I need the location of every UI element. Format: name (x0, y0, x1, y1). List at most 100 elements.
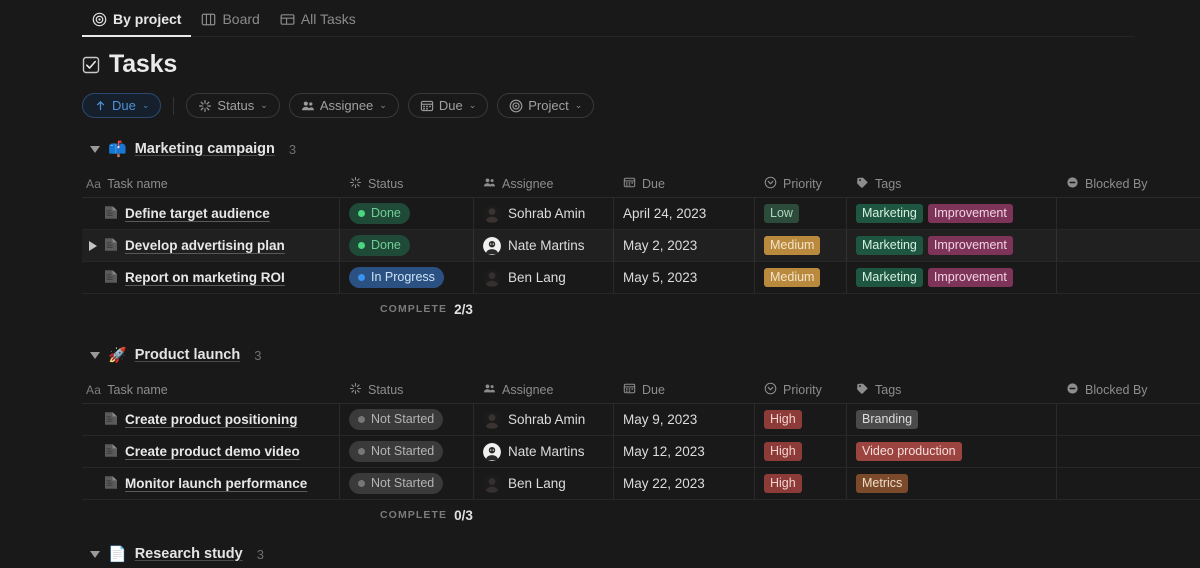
column-header-assignee[interactable]: Assignee (474, 377, 614, 403)
cell-task-name[interactable]: Develop advertising plan (82, 230, 340, 261)
table-row[interactable]: Create product demo video Not Started Nate… (82, 436, 1200, 468)
column-header-priority[interactable]: Priority (755, 171, 847, 197)
column-header-task-name[interactable]: AaTask name (82, 377, 340, 403)
status-badge[interactable]: Not Started (349, 409, 443, 430)
column-header-tags[interactable]: Tags (847, 171, 1057, 197)
status-badge[interactable]: Not Started (349, 473, 443, 494)
cell-tags[interactable]: Video production (847, 436, 1057, 467)
cell-assignee[interactable]: Sohrab Amin (474, 404, 614, 435)
cell-status[interactable]: Not Started (340, 468, 474, 499)
table-row[interactable]: Define target audience Done Sohrab AminApr… (82, 198, 1200, 230)
collapse-caret-icon[interactable] (90, 352, 100, 359)
column-header-tags[interactable]: Tags (847, 377, 1057, 403)
cell-blocked-by[interactable] (1057, 262, 1200, 293)
cell-task-name[interactable]: Report on marketing ROI (82, 262, 340, 293)
tag-chip[interactable]: Marketing (856, 204, 923, 223)
cell-blocked-by[interactable] (1057, 436, 1200, 467)
status-badge[interactable]: In Progress (349, 267, 444, 288)
cell-tags[interactable]: Branding (847, 404, 1057, 435)
tag-chip[interactable]: Branding (856, 410, 918, 429)
task-name-label[interactable]: Create product positioning (125, 412, 298, 427)
tab-board[interactable]: Board (191, 11, 269, 36)
cell-priority[interactable]: Medium (755, 230, 847, 261)
tag-chip[interactable]: Improvement (928, 204, 1013, 223)
cell-status[interactable]: Not Started (340, 404, 474, 435)
column-header-blocked-by[interactable]: Blocked By (1057, 171, 1200, 197)
column-header-task-name[interactable]: AaTask name (82, 171, 340, 197)
table-row[interactable]: Create product positioning Not Started Soh… (82, 404, 1200, 436)
column-header-blocked-by[interactable]: Blocked By (1057, 377, 1200, 403)
cell-priority[interactable]: High (755, 404, 847, 435)
tag-chip[interactable]: Metrics (856, 474, 908, 493)
cell-assignee[interactable]: Nate Martins (474, 230, 614, 261)
status-badge[interactable]: Done (349, 235, 410, 256)
section-title[interactable]: Research study (135, 546, 243, 562)
tag-chip[interactable]: Improvement (928, 268, 1013, 287)
cell-priority[interactable]: High (755, 468, 847, 499)
cell-assignee[interactable]: Ben Lang (474, 468, 614, 499)
cell-task-name[interactable]: Define target audience (82, 198, 340, 229)
cell-due[interactable]: May 2, 2023 (614, 230, 755, 261)
table-row[interactable]: Develop advertising plan Done Nate Martins… (82, 230, 1200, 262)
table-row[interactable]: Report on marketing ROI In Progress Ben La… (82, 262, 1200, 294)
cell-assignee[interactable]: Nate Martins (474, 436, 614, 467)
column-header-due[interactable]: Due (614, 171, 755, 197)
status-badge[interactable]: Done (349, 203, 410, 224)
tab-by-project[interactable]: By project (82, 11, 191, 36)
cell-blocked-by[interactable] (1057, 230, 1200, 261)
status-badge[interactable]: Not Started (349, 441, 443, 462)
sort-pill-due[interactable]: Due⌄ (82, 93, 161, 118)
priority-chip[interactable]: Medium (764, 268, 820, 287)
cell-tags[interactable]: Marketing Improvement (847, 198, 1057, 229)
cell-tags[interactable]: Metrics (847, 468, 1057, 499)
cell-status[interactable]: Done (340, 198, 474, 229)
priority-chip[interactable]: High (764, 442, 802, 461)
priority-chip[interactable]: Medium (764, 236, 820, 255)
column-header-priority[interactable]: Priority (755, 377, 847, 403)
tag-chip[interactable]: Video production (856, 442, 962, 461)
cell-status[interactable]: In Progress (340, 262, 474, 293)
cell-due[interactable]: May 5, 2023 (614, 262, 755, 293)
column-header-status[interactable]: Status (340, 377, 474, 403)
cell-tags[interactable]: MarketingImprovement (847, 230, 1057, 261)
task-name-label[interactable]: Develop advertising plan (125, 238, 285, 253)
task-name-label[interactable]: Report on marketing ROI (125, 270, 285, 285)
task-name-label[interactable]: Create product demo video (125, 444, 300, 459)
cell-assignee[interactable]: Ben Lang (474, 262, 614, 293)
cell-blocked-by[interactable] (1057, 198, 1200, 229)
column-header-due[interactable]: Due (614, 377, 755, 403)
filter-pill-assignee[interactable]: Assignee⌄ (289, 93, 399, 118)
column-header-status[interactable]: Status (340, 171, 474, 197)
filter-pill-status[interactable]: Status⌄ (186, 93, 279, 118)
filter-pill-project[interactable]: Project⌄ (497, 93, 594, 118)
task-name-label[interactable]: Monitor launch performance (125, 476, 307, 491)
cell-blocked-by[interactable] (1057, 468, 1200, 499)
column-header-assignee[interactable]: Assignee (474, 171, 614, 197)
cell-task-name[interactable]: Create product demo video (82, 436, 340, 467)
section-title[interactable]: Product launch (135, 347, 241, 363)
cell-blocked-by[interactable] (1057, 404, 1200, 435)
cell-due[interactable]: May 12, 2023 (614, 436, 755, 467)
cell-status[interactable]: Done (340, 230, 474, 261)
cell-task-name[interactable]: Create product positioning (82, 404, 340, 435)
collapse-caret-icon[interactable] (90, 551, 100, 558)
tab-all-tasks[interactable]: All Tasks (270, 11, 366, 36)
cell-due[interactable]: April 24, 2023 (614, 198, 755, 229)
section-title[interactable]: Marketing campaign (135, 141, 275, 157)
task-name-label[interactable]: Define target audience (125, 206, 270, 221)
cell-priority[interactable]: Low (755, 198, 847, 229)
tag-chip[interactable]: Improvement (928, 236, 1013, 255)
cell-status[interactable]: Not Started (340, 436, 474, 467)
priority-chip[interactable]: High (764, 410, 802, 429)
filter-pill-due[interactable]: Due⌄ (408, 93, 488, 118)
cell-priority[interactable]: Medium (755, 262, 847, 293)
cell-assignee[interactable]: Sohrab Amin (474, 198, 614, 229)
priority-chip[interactable]: Low (764, 204, 799, 223)
expand-row-icon[interactable] (89, 241, 97, 251)
table-row[interactable]: Monitor launch performance Not Started Ben… (82, 468, 1200, 500)
collapse-caret-icon[interactable] (90, 146, 100, 153)
cell-due[interactable]: May 9, 2023 (614, 404, 755, 435)
priority-chip[interactable]: High (764, 474, 802, 493)
cell-tags[interactable]: Marketing Improvement (847, 262, 1057, 293)
tag-chip[interactable]: Marketing (856, 268, 923, 287)
